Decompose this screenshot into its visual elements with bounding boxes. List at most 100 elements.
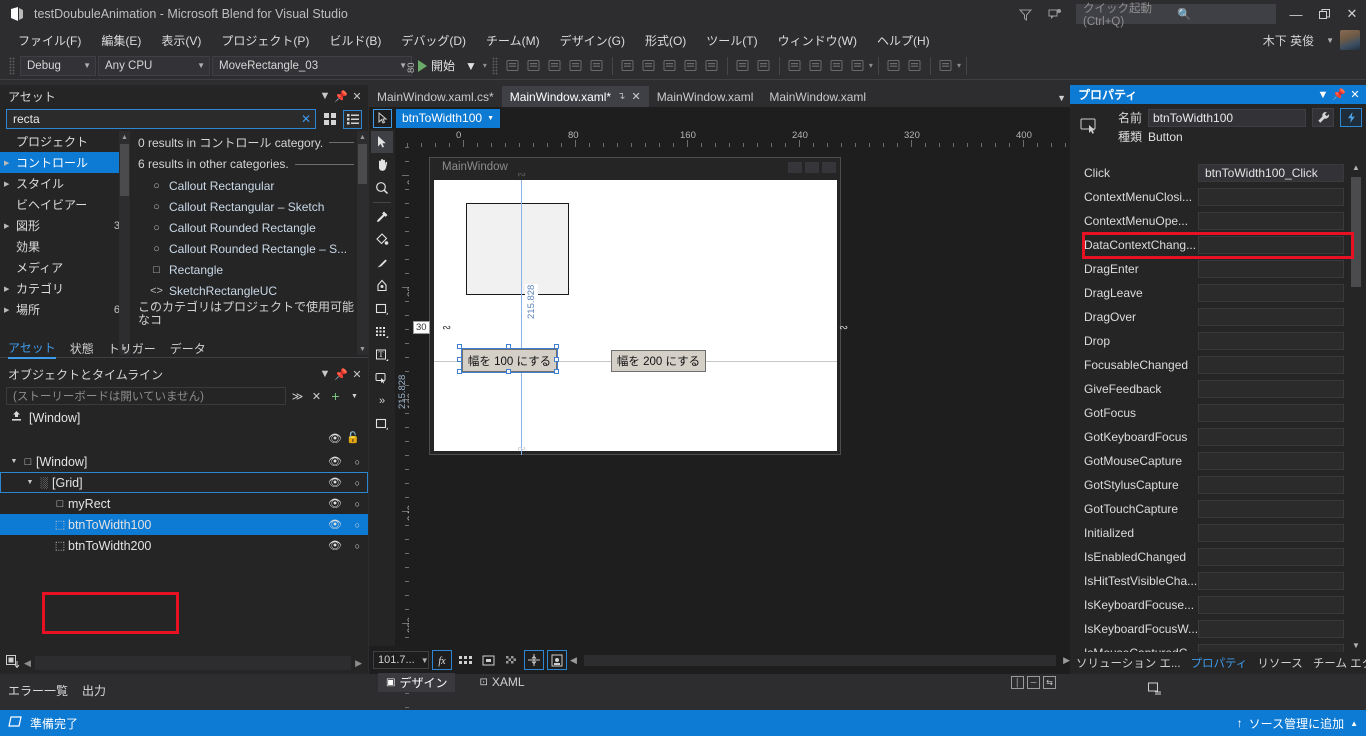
event-handler-input[interactable] — [1198, 380, 1344, 398]
eye-icon[interactable]: 👁 — [328, 476, 342, 489]
event-handler-input[interactable] — [1198, 524, 1344, 542]
storyboard-selector[interactable]: (ストーリーボードは開いていません) — [6, 387, 286, 405]
chevron-double-down-icon[interactable]: ≫ — [290, 390, 305, 403]
event-handler-input[interactable] — [1198, 428, 1344, 446]
list-icon[interactable] — [503, 56, 523, 76]
event-row-FocusableChanged[interactable]: FocusableChanged — [1070, 353, 1366, 377]
minimize-button[interactable]: — — [1282, 0, 1310, 28]
scroll-right-icon[interactable]: ▶ — [1063, 655, 1070, 666]
export-icon[interactable] — [905, 56, 925, 76]
expand-triangle-icon[interactable]: ▶ — [4, 159, 16, 167]
menu-item-10[interactable]: ウィンドウ(W) — [770, 30, 865, 51]
more-tools-button[interactable]: » — [371, 390, 393, 412]
document-icon[interactable] — [524, 56, 544, 76]
view-tab-デザイン[interactable]: ▣ デザイン — [378, 672, 456, 692]
eye-icon[interactable]: 👁 — [328, 497, 342, 510]
font-size-icon[interactable] — [681, 56, 701, 76]
chevron-down-icon[interactable]: ▼ — [1326, 36, 1334, 45]
start-debug-button[interactable]: 開始 ▼ — [414, 55, 481, 77]
event-row-GotStylusCapture[interactable]: GotStylusCapture — [1070, 473, 1366, 497]
lock-toggle-icon[interactable]: ○ — [355, 478, 360, 488]
menu-item-6[interactable]: チーム(M) — [478, 30, 548, 51]
asset-category-2[interactable]: ▶ スタイル — [0, 173, 130, 194]
event-handler-input[interactable] — [1198, 644, 1344, 652]
resize-handle-1[interactable] — [505, 344, 511, 349]
asset-result-2[interactable]: ○ Callout Rounded Rectangle — [138, 217, 368, 238]
button-control-tool[interactable] — [371, 367, 393, 389]
event-row-IsHitTestVisibleCha[interactable]: IsHitTestVisibleCha... — [1070, 569, 1366, 593]
scroll-right-icon[interactable]: ▶ — [355, 658, 362, 669]
event-row-Drop[interactable]: Drop — [1070, 329, 1366, 353]
menu-item-4[interactable]: ビルド(B) — [321, 30, 389, 51]
asset-category-1[interactable]: ▶ コントロール — [0, 152, 130, 173]
avatar[interactable] — [1340, 30, 1360, 50]
annotations-button[interactable] — [547, 650, 567, 670]
events-tab-button[interactable] — [1340, 108, 1362, 127]
send-feedback-icon[interactable] — [1040, 1, 1070, 27]
hierarchy-edit-icon[interactable] — [566, 56, 586, 76]
chevron-down-icon[interactable]: ▼ — [465, 59, 477, 73]
import-icon[interactable] — [884, 56, 904, 76]
close-button[interactable]: ✕ — [1338, 0, 1366, 28]
scroll-left-icon[interactable]: ◀ — [24, 658, 31, 669]
asset-category-6[interactable]: メディア — [0, 257, 130, 278]
asset-result-1[interactable]: ○ Callout Rectangular – Sketch — [138, 196, 368, 217]
event-row-IsEnabledChanged[interactable]: IsEnabledChanged — [1070, 545, 1366, 569]
document-tab-0[interactable]: MainWindow.xaml.cs* — [369, 86, 502, 107]
close-icon[interactable]: ✕ — [350, 88, 364, 104]
document-tab-1[interactable]: MainWindow.xaml* ↴ ✕ — [501, 86, 649, 107]
configuration-combo[interactable]: Debug ▼ — [20, 55, 96, 76]
asset-result-5[interactable]: <> SketchRectangleUC — [138, 280, 368, 301]
copy-icon[interactable] — [702, 56, 722, 76]
asset-category-7[interactable]: ▶ カテゴリ — [0, 278, 130, 299]
right-dock-tab-0[interactable]: ソリューション エ... — [1076, 655, 1181, 671]
asset-category-8[interactable]: ▶ 場所 6 — [0, 299, 130, 320]
event-handler-input[interactable] — [1198, 596, 1344, 614]
brush-tool[interactable] — [371, 252, 393, 274]
event-handler-input[interactable] — [1198, 452, 1344, 470]
artboard[interactable]: 30 100 262 MainWindow — [409, 147, 1056, 646]
event-row-Click[interactable]: Click btnToWidth100_Click — [1070, 161, 1366, 185]
status-right[interactable]: ↑ ソース管理に追加 ▲ — [1237, 715, 1358, 732]
hierarchy-alt-icon[interactable] — [587, 56, 607, 76]
left-margin-chain-icon[interactable]: ∾ — [442, 321, 451, 334]
nav-next-icon[interactable] — [848, 56, 868, 76]
lock-toggle-icon[interactable]: ○ — [355, 457, 360, 467]
user-name-label[interactable]: 木下 英俊 — [1263, 32, 1314, 49]
tree-node-btntowidth100[interactable]: ⬚ btnToWidth100 👁 ○ — [0, 514, 368, 535]
resize-handle-7[interactable] — [554, 369, 559, 374]
menu-item-0[interactable]: ファイル(F) — [10, 30, 89, 51]
error-tab-0[interactable]: エラー一覧 — [8, 682, 68, 699]
paint-bucket-tool[interactable] — [371, 229, 393, 251]
document-tab-3[interactable]: MainWindow.xaml — [761, 86, 874, 107]
assets-tab-0[interactable]: アセット — [8, 339, 56, 359]
assets-tab-2[interactable]: トリガー — [108, 340, 156, 357]
menu-item-8[interactable]: 形式(O) — [637, 30, 694, 51]
selection-tool[interactable] — [371, 131, 393, 153]
category-scrollbar[interactable]: ▲ ▼ — [119, 131, 130, 355]
event-row-ContextMenuOpe[interactable]: ContextMenuOpe... — [1070, 209, 1366, 233]
event-row-GotMouseCapture[interactable]: GotMouseCapture — [1070, 449, 1366, 473]
event-handler-input[interactable] — [1198, 260, 1344, 278]
asset-category-4[interactable]: ▶ 図形 3 — [0, 215, 130, 236]
event-handler-input[interactable] — [1198, 500, 1344, 518]
toolbar-grip[interactable] — [9, 56, 15, 75]
name-input[interactable]: btnToWidth100 — [1148, 108, 1306, 127]
scroll-up-icon[interactable]: ▲ — [357, 131, 368, 143]
event-row-DragOver[interactable]: DragOver — [1070, 305, 1366, 329]
design-button-to-width-200[interactable]: 幅を 200 にする — [611, 350, 706, 372]
tree-node-grid[interactable]: ▼ ░ [Grid] 👁 ○ — [0, 472, 368, 493]
right-dock-tab-3[interactable]: チーム エクスプ... — [1313, 655, 1366, 671]
scroll-up-icon[interactable]: ▲ — [119, 131, 130, 143]
resize-handle-2[interactable] — [554, 344, 559, 349]
asset-category-3[interactable]: ビヘイビアー — [0, 194, 130, 215]
menu-item-9[interactable]: ツール(T) — [698, 30, 765, 51]
quick-launch-box[interactable]: クイック起動 (Ctrl+Q) 🔍 — [1076, 3, 1276, 28]
error-tab-1[interactable]: 出力 — [82, 682, 106, 699]
resize-handle-4[interactable] — [554, 356, 559, 362]
close-icon[interactable]: ✕ — [350, 366, 364, 382]
resize-handle-5[interactable] — [457, 369, 462, 374]
event-handler-input[interactable] — [1198, 572, 1344, 590]
event-handler-input[interactable] — [1198, 620, 1344, 638]
pan-tool[interactable] — [371, 154, 393, 176]
